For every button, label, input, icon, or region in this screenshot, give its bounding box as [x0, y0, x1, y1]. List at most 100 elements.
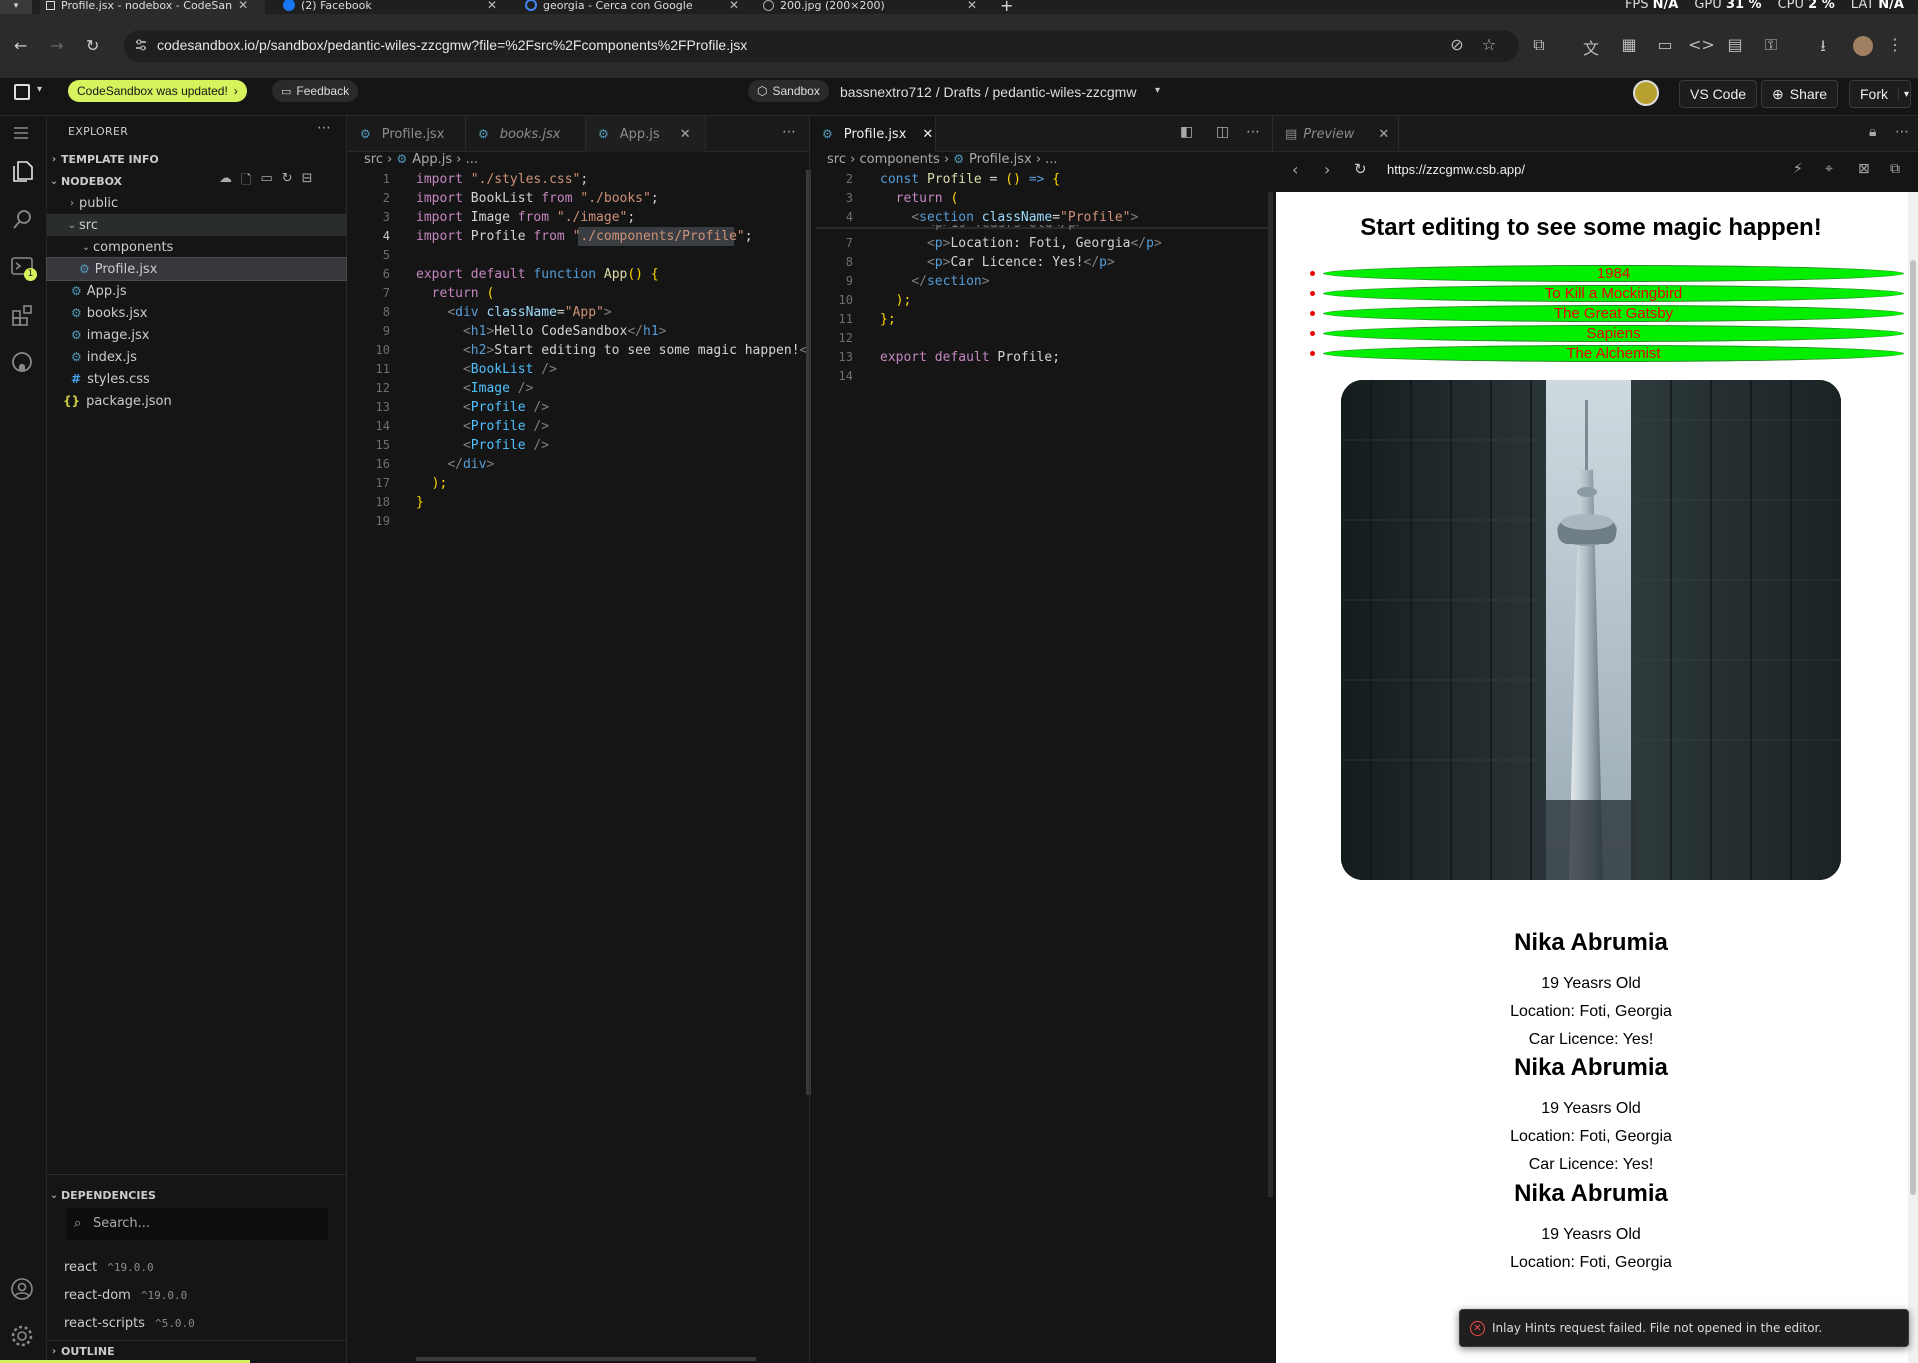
- extension-icon[interactable]: ⧉: [1528, 35, 1550, 57]
- refresh-icon[interactable]: ↻: [282, 171, 293, 193]
- reload-icon[interactable]: ↻: [1354, 160, 1367, 178]
- feedback-button[interactable]: ▭ Feedback: [272, 80, 359, 102]
- editor-tab-profile-active[interactable]: ⚙ Profile.jsx ✕: [810, 116, 936, 152]
- crumb-item[interactable]: ...: [1045, 152, 1057, 167]
- tree-item-package[interactable]: {} package.json: [47, 390, 346, 412]
- close-icon[interactable]: ✕: [729, 0, 739, 12]
- forward-icon[interactable]: ›: [1324, 160, 1330, 179]
- vscode-button[interactable]: VS Code: [1679, 80, 1758, 108]
- tree-item-components[interactable]: ⌄ components: [47, 236, 346, 258]
- toggle-panel-icon[interactable]: ◧: [1180, 124, 1193, 140]
- close-icon[interactable]: ✕: [1378, 127, 1389, 142]
- code-icon[interactable]: <>: [1688, 35, 1715, 57]
- devtools-icon[interactable]: ⊠: [1858, 161, 1870, 177]
- vertical-scrollbar[interactable]: [1268, 192, 1273, 1197]
- dependency-item[interactable]: react-dom ^19.0.0: [64, 1288, 187, 1303]
- dependencies-section[interactable]: ⌄ DEPENDENCIES: [47, 1184, 346, 1206]
- dependency-search-input[interactable]: ⌕ Search...: [66, 1208, 328, 1240]
- codesandbox-logo-icon[interactable]: [14, 84, 30, 100]
- back-icon[interactable]: ←: [14, 36, 27, 55]
- collapse-all-icon[interactable]: ⊟: [302, 171, 313, 193]
- preview-tab[interactable]: ▤ Preview ✕: [1273, 116, 1399, 152]
- preview-scrollbar-track[interactable]: [1908, 192, 1918, 1363]
- dependency-item[interactable]: react-scripts ^5.0.0: [64, 1316, 195, 1331]
- crosshair-icon[interactable]: ⌖: [1825, 161, 1833, 177]
- crumb-item[interactable]: App.js: [412, 152, 452, 167]
- editor-tab-app[interactable]: ⚙ App.js ✕: [586, 116, 706, 152]
- back-icon[interactable]: ‹: [1292, 160, 1298, 179]
- chevron-down-icon[interactable]: ▾: [37, 84, 42, 95]
- github-icon[interactable]: [10, 350, 36, 376]
- browser-tab-image[interactable]: 200.jpg (200×200) ✕: [763, 0, 977, 14]
- translate-icon[interactable]: 文: [1580, 35, 1602, 58]
- new-tab-button[interactable]: +: [1000, 0, 1013, 14]
- editor-tab-books[interactable]: ⚙ books.jsx: [466, 116, 586, 152]
- error-toast[interactable]: ✕ Inlay Hints request failed. File not o…: [1459, 1309, 1909, 1347]
- tree-item-index[interactable]: ⚙ index.js: [47, 346, 346, 368]
- share-button[interactable]: ⊕ Share: [1761, 80, 1839, 108]
- extensions-icon[interactable]: [10, 302, 36, 328]
- settings-icon[interactable]: [10, 1324, 36, 1350]
- update-badge[interactable]: CodeSandbox was updated! ›: [68, 80, 247, 102]
- crumb-item[interactable]: components: [859, 152, 939, 167]
- more-icon[interactable]: ⋯: [317, 120, 331, 136]
- reload-icon[interactable]: ↻: [86, 36, 99, 55]
- tree-item-public[interactable]: › public: [47, 192, 346, 214]
- close-icon[interactable]: ✕: [967, 0, 977, 12]
- new-folder-icon[interactable]: ▭: [260, 171, 272, 193]
- eye-off-icon[interactable]: ⊘: [1446, 35, 1468, 57]
- more-icon[interactable]: ⋯: [1246, 124, 1260, 140]
- site-info-icon[interactable]: [134, 38, 148, 52]
- tree-item-profile[interactable]: ⚙ Profile.jsx: [46, 257, 347, 281]
- code-editor-profile[interactable]: <p>Location: Foti, Georgia</p> <p>Car Li…: [880, 234, 1162, 367]
- close-icon[interactable]: ✕: [487, 0, 497, 12]
- cloud-upload-icon[interactable]: ☁: [219, 171, 232, 193]
- key-icon[interactable]: ⚿: [1760, 35, 1782, 57]
- new-file-icon[interactable]: 🗋: [241, 171, 251, 193]
- editor-divider[interactable]: [809, 116, 810, 1363]
- outline-section[interactable]: › OUTLINE: [47, 1340, 346, 1362]
- crumb-item[interactable]: ...: [466, 152, 478, 167]
- close-icon[interactable]: ✕: [680, 127, 691, 142]
- code-editor-app[interactable]: import "./styles.css"; import BookList f…: [416, 170, 810, 512]
- chevron-down-icon[interactable]: ▾: [1155, 85, 1160, 96]
- tree-item-books[interactable]: ⚙ books.jsx: [47, 302, 346, 324]
- tree-item-src[interactable]: ⌄ src: [47, 214, 346, 236]
- tree-item-app[interactable]: ⚙ App.js: [47, 280, 346, 302]
- forward-icon[interactable]: →: [50, 36, 63, 55]
- close-icon[interactable]: ✕: [922, 127, 933, 142]
- files-icon[interactable]: [10, 158, 36, 184]
- dependency-item[interactable]: react ^19.0.0: [64, 1260, 154, 1275]
- horizontal-scrollbar[interactable]: [416, 1357, 756, 1361]
- user-avatar[interactable]: [1633, 80, 1659, 106]
- sticky-scroll-code[interactable]: const Profile = () => { return ( <sectio…: [880, 170, 1138, 227]
- browser-tab-google[interactable]: georgia - Cerca con Google ✕: [525, 0, 739, 14]
- fork-button[interactable]: Fork ▾: [1849, 80, 1911, 108]
- menu-dots-icon[interactable]: ⋮: [1884, 35, 1906, 57]
- profile-avatar[interactable]: [1853, 36, 1873, 56]
- editor-tab-profile[interactable]: ⚙ Profile.jsx: [348, 116, 466, 152]
- terminal-icon[interactable]: 1: [10, 254, 37, 281]
- tree-item-image[interactable]: ⚙ image.jsx: [47, 324, 346, 346]
- crumb-item[interactable]: Profile.jsx: [969, 152, 1032, 167]
- download-icon[interactable]: ⭳: [1812, 35, 1834, 57]
- crumb-item[interactable]: src: [827, 152, 846, 167]
- layout-icon[interactable]: ▤: [1724, 35, 1746, 57]
- tree-item-styles[interactable]: # styles.css: [47, 368, 346, 390]
- search-icon[interactable]: [10, 206, 36, 232]
- star-icon[interactable]: ☆: [1478, 35, 1500, 57]
- lock-icon[interactable]: 🔒︎: [1869, 124, 1876, 140]
- preview-scrollbar-thumb[interactable]: [1910, 260, 1916, 1195]
- more-icon[interactable]: ⋯: [1895, 124, 1909, 140]
- browser-tab-facebook[interactable]: (2) Facebook ✕: [283, 0, 499, 14]
- open-external-icon[interactable]: ⧉: [1890, 161, 1900, 177]
- browser-tab-codesandbox[interactable]: Profile.jsx - nodebox - CodeSan ✕: [40, 0, 265, 14]
- tab-search-button[interactable]: ▾: [0, 0, 32, 14]
- sandbox-breadcrumb[interactable]: bassnextro712 / Drafts / pedantic-wiles-…: [840, 84, 1136, 100]
- template-info-section[interactable]: › TEMPLATE INFO: [47, 148, 346, 170]
- magic-wand-icon[interactable]: ⚡: [1793, 161, 1803, 177]
- menu-icon[interactable]: [10, 122, 36, 148]
- preview-url[interactable]: https://zzcgmw.csb.app/: [1387, 162, 1525, 177]
- account-icon[interactable]: [10, 1277, 36, 1303]
- close-icon[interactable]: ✕: [238, 0, 248, 12]
